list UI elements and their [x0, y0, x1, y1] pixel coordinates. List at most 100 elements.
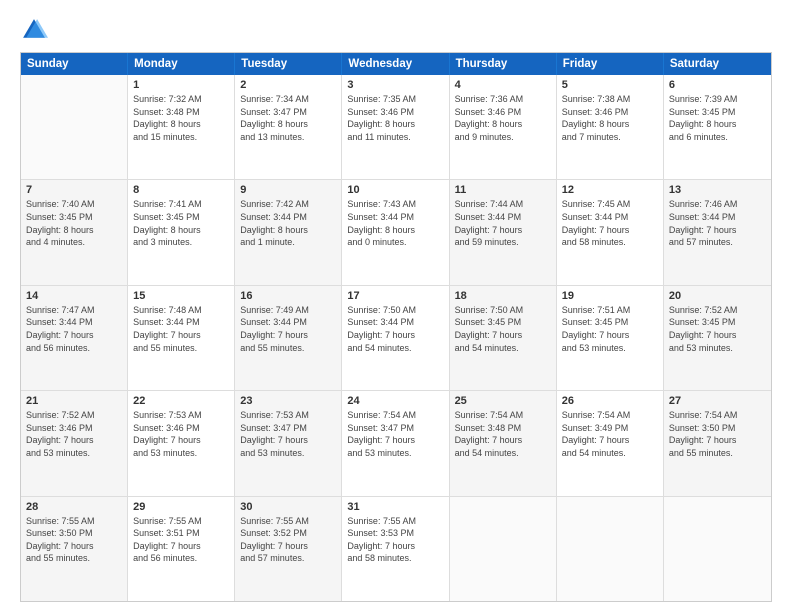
- day-number: 16: [240, 290, 336, 302]
- day-info: Sunrise: 7:45 AM Sunset: 3:44 PM Dayligh…: [562, 198, 658, 248]
- day-info: Sunrise: 7:54 AM Sunset: 3:47 PM Dayligh…: [347, 409, 443, 459]
- day-number: 13: [669, 184, 766, 196]
- day-number: 15: [133, 290, 229, 302]
- day-7: 7 Sunrise: 7:40 AM Sunset: 3:45 PM Daylig…: [21, 180, 128, 284]
- day-number: 22: [133, 395, 229, 407]
- day-6: 6Sunrise: 7:39 AM Sunset: 3:45 PM Daylig…: [664, 75, 771, 179]
- day-4: 4 Sunrise: 7:36 AM Sunset: 3:46 PM Daylig…: [450, 75, 557, 179]
- day-number: 9: [240, 184, 336, 196]
- day-info: Sunrise: 7:50 AM Sunset: 3:44 PM Dayligh…: [347, 304, 443, 354]
- day-info: Sunrise: 7:55 AM Sunset: 3:51 PM Dayligh…: [133, 515, 229, 565]
- day-27: 27 Sunrise: 7:54 AM Sunset: 3:50 PM Dayli…: [664, 391, 771, 495]
- day-info: Sunrise: 7:38 AM Sunset: 3:46 PM Dayligh…: [562, 93, 658, 143]
- empty-cell: [21, 75, 128, 179]
- day-header-sunday: Sunday: [21, 53, 128, 75]
- calendar-row-4: 21 Sunrise: 7:52 AM Sunset: 3:46 PM Dayli…: [21, 391, 771, 496]
- day-number: 11: [455, 184, 551, 196]
- day-16: 16 Sunrise: 7:49 AM Sunset: 3:44 PM Dayli…: [235, 286, 342, 390]
- day-number: 4: [455, 79, 551, 91]
- day-13: 13Sunrise: 7:46 AM Sunset: 3:44 PM Dayli…: [664, 180, 771, 284]
- day-20: 20 Sunrise: 7:52 AM Sunset: 3:45 PM Dayli…: [664, 286, 771, 390]
- day-number: 20: [669, 290, 766, 302]
- day-number: 5: [562, 79, 658, 91]
- calendar-header: SundayMondayTuesdayWednesdayThursdayFrid…: [21, 53, 771, 75]
- calendar-row-2: 7 Sunrise: 7:40 AM Sunset: 3:45 PM Daylig…: [21, 180, 771, 285]
- day-header-saturday: Saturday: [664, 53, 771, 75]
- day-info: Sunrise: 7:52 AM Sunset: 3:46 PM Dayligh…: [26, 409, 122, 459]
- day-10: 10 Sunrise: 7:43 AM Sunset: 3:44 PM Dayli…: [342, 180, 449, 284]
- day-info: Sunrise: 7:41 AM Sunset: 3:45 PM Dayligh…: [133, 198, 229, 248]
- day-info: Sunrise: 7:55 AM Sunset: 3:50 PM Dayligh…: [26, 515, 122, 565]
- empty-cell: [450, 497, 557, 601]
- day-info: Sunrise: 7:42 AM Sunset: 3:44 PM Dayligh…: [240, 198, 336, 248]
- logo-icon: [20, 16, 48, 44]
- day-number: 23: [240, 395, 336, 407]
- day-info: Sunrise: 7:39 AM Sunset: 3:45 PM Dayligh…: [669, 93, 766, 143]
- day-info: Sunrise: 7:55 AM Sunset: 3:52 PM Dayligh…: [240, 515, 336, 565]
- day-info: Sunrise: 7:44 AM Sunset: 3:44 PM Dayligh…: [455, 198, 551, 248]
- day-info: Sunrise: 7:48 AM Sunset: 3:44 PM Dayligh…: [133, 304, 229, 354]
- calendar-row-3: 14 Sunrise: 7:47 AM Sunset: 3:44 PM Dayli…: [21, 286, 771, 391]
- day-number: 8: [133, 184, 229, 196]
- day-25: 25 Sunrise: 7:54 AM Sunset: 3:48 PM Dayli…: [450, 391, 557, 495]
- day-number: 7: [26, 184, 122, 196]
- day-number: 14: [26, 290, 122, 302]
- day-number: 1: [133, 79, 229, 91]
- day-9: 9 Sunrise: 7:42 AM Sunset: 3:44 PM Daylig…: [235, 180, 342, 284]
- day-21: 21 Sunrise: 7:52 AM Sunset: 3:46 PM Dayli…: [21, 391, 128, 495]
- day-17: 17Sunrise: 7:50 AM Sunset: 3:44 PM Dayli…: [342, 286, 449, 390]
- day-5: 5 Sunrise: 7:38 AM Sunset: 3:46 PM Daylig…: [557, 75, 664, 179]
- day-info: Sunrise: 7:43 AM Sunset: 3:44 PM Dayligh…: [347, 198, 443, 248]
- day-header-wednesday: Wednesday: [342, 53, 449, 75]
- day-info: Sunrise: 7:54 AM Sunset: 3:50 PM Dayligh…: [669, 409, 766, 459]
- day-info: Sunrise: 7:55 AM Sunset: 3:53 PM Dayligh…: [347, 515, 443, 565]
- day-number: 3: [347, 79, 443, 91]
- day-23: 23 Sunrise: 7:53 AM Sunset: 3:47 PM Dayli…: [235, 391, 342, 495]
- day-29: 29 Sunrise: 7:55 AM Sunset: 3:51 PM Dayli…: [128, 497, 235, 601]
- day-info: Sunrise: 7:52 AM Sunset: 3:45 PM Dayligh…: [669, 304, 766, 354]
- day-number: 12: [562, 184, 658, 196]
- header: [20, 16, 772, 44]
- day-number: 18: [455, 290, 551, 302]
- day-22: 22Sunrise: 7:53 AM Sunset: 3:46 PM Dayli…: [128, 391, 235, 495]
- day-14: 14 Sunrise: 7:47 AM Sunset: 3:44 PM Dayli…: [21, 286, 128, 390]
- day-number: 27: [669, 395, 766, 407]
- day-24: 24 Sunrise: 7:54 AM Sunset: 3:47 PM Dayli…: [342, 391, 449, 495]
- day-header-monday: Monday: [128, 53, 235, 75]
- day-26: 26Sunrise: 7:54 AM Sunset: 3:49 PM Dayli…: [557, 391, 664, 495]
- day-8: 8 Sunrise: 7:41 AM Sunset: 3:45 PM Daylig…: [128, 180, 235, 284]
- day-info: Sunrise: 7:51 AM Sunset: 3:45 PM Dayligh…: [562, 304, 658, 354]
- day-info: Sunrise: 7:53 AM Sunset: 3:47 PM Dayligh…: [240, 409, 336, 459]
- day-info: Sunrise: 7:32 AM Sunset: 3:48 PM Dayligh…: [133, 93, 229, 143]
- day-info: Sunrise: 7:49 AM Sunset: 3:44 PM Dayligh…: [240, 304, 336, 354]
- day-11: 11 Sunrise: 7:44 AM Sunset: 3:44 PM Dayli…: [450, 180, 557, 284]
- calendar-body: 1 Sunrise: 7:32 AM Sunset: 3:48 PM Daylig…: [21, 75, 771, 601]
- day-info: Sunrise: 7:50 AM Sunset: 3:45 PM Dayligh…: [455, 304, 551, 354]
- calendar: SundayMondayTuesdayWednesdayThursdayFrid…: [20, 52, 772, 602]
- day-info: Sunrise: 7:54 AM Sunset: 3:48 PM Dayligh…: [455, 409, 551, 459]
- day-number: 29: [133, 501, 229, 513]
- calendar-row-5: 28 Sunrise: 7:55 AM Sunset: 3:50 PM Dayli…: [21, 497, 771, 601]
- logo: [20, 16, 52, 44]
- day-18: 18 Sunrise: 7:50 AM Sunset: 3:45 PM Dayli…: [450, 286, 557, 390]
- day-number: 2: [240, 79, 336, 91]
- day-number: 31: [347, 501, 443, 513]
- day-number: 10: [347, 184, 443, 196]
- empty-cell: [557, 497, 664, 601]
- day-info: Sunrise: 7:35 AM Sunset: 3:46 PM Dayligh…: [347, 93, 443, 143]
- day-info: Sunrise: 7:40 AM Sunset: 3:45 PM Dayligh…: [26, 198, 122, 248]
- day-info: Sunrise: 7:36 AM Sunset: 3:46 PM Dayligh…: [455, 93, 551, 143]
- day-1: 1 Sunrise: 7:32 AM Sunset: 3:48 PM Daylig…: [128, 75, 235, 179]
- day-15: 15 Sunrise: 7:48 AM Sunset: 3:44 PM Dayli…: [128, 286, 235, 390]
- day-number: 28: [26, 501, 122, 513]
- day-31: 31 Sunrise: 7:55 AM Sunset: 3:53 PM Dayli…: [342, 497, 449, 601]
- day-info: Sunrise: 7:47 AM Sunset: 3:44 PM Dayligh…: [26, 304, 122, 354]
- day-number: 24: [347, 395, 443, 407]
- day-number: 21: [26, 395, 122, 407]
- day-header-tuesday: Tuesday: [235, 53, 342, 75]
- day-number: 30: [240, 501, 336, 513]
- day-19: 19 Sunrise: 7:51 AM Sunset: 3:45 PM Dayli…: [557, 286, 664, 390]
- day-number: 25: [455, 395, 551, 407]
- day-number: 19: [562, 290, 658, 302]
- calendar-row-1: 1 Sunrise: 7:32 AM Sunset: 3:48 PM Daylig…: [21, 75, 771, 180]
